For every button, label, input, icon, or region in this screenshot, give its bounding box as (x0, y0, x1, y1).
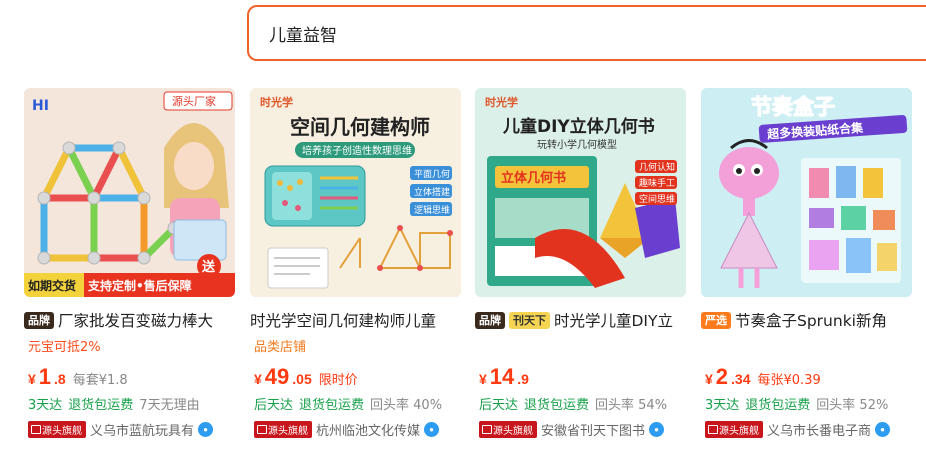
shop-row[interactable]: 源头旗舰 杭州临池文化传媒 ● (254, 420, 478, 439)
product-card[interactable]: 时光学 儿童DIY立体几何书 玩转小学几何模型 立体几何书 几何认知 趣味手工 … (475, 88, 689, 456)
product-title-row[interactable]: 严选 节奏盒子Sprunki新角 (701, 308, 926, 332)
price-decimal: .8 (54, 371, 66, 387)
service-row: 3天达 退货包运费 回头率 52% (705, 394, 888, 413)
return-policy: 7天无理由 (139, 398, 200, 413)
repurchase-rate: 回头率 40% (370, 398, 443, 413)
service-row: 3天达 退货包运费 7天无理由 (28, 394, 200, 413)
repurchase-rate: 回头率 52% (816, 398, 889, 413)
price-integer: 49 (264, 364, 290, 389)
product-image[interactable]: 时光学 儿童DIY立体几何书 玩转小学几何模型 立体几何书 几何认知 趣味手工 … (475, 88, 686, 297)
brand-tag: 品牌 (475, 311, 505, 329)
image-headline: 空间几何建构师 (290, 115, 430, 139)
shop-row[interactable]: 源头旗舰 安徽省刊天下图书 ● (479, 420, 703, 439)
price-integer: 1 (38, 364, 52, 389)
product-title-row[interactable]: 时光学空间几何建构师儿童 (250, 308, 480, 332)
selected-tag: 严选 (701, 311, 731, 329)
image-headline: 儿童DIY立体几何书 (502, 116, 655, 137)
shop-name[interactable]: 义乌市长番电子商 (767, 420, 871, 439)
chat-icon[interactable]: ● (875, 422, 891, 437)
flagship-badge: 源头旗舰 (705, 421, 763, 438)
feature-label: 几何认知 (639, 161, 675, 173)
product-grid: HI 源头厂家 如期交货 支持定制•售后保障 送 品牌 厂家批发百变磁力棒大 元… (0, 88, 926, 456)
promo-text: 元宝可抵2% (28, 340, 101, 355)
delivery-time: 后天达 (254, 398, 294, 413)
shop-row[interactable]: 源头旗舰 义乌市蓝航玩具有 ● (28, 420, 252, 439)
service-row: 后天达 退货包运费 回头率 40% (254, 394, 442, 413)
image-subline: 玩转小学几何模型 (537, 138, 617, 151)
return-shipping: 退货包运费 (745, 398, 811, 413)
price-row: ¥ 2 .34 每张¥0.39 (705, 364, 821, 390)
product-card[interactable]: 节奏盒子 超多换装贴纸合集 严选 节奏盒子Sprunki新角 ¥ 2 .34 每… (701, 88, 915, 456)
price-integer: 14 (489, 364, 515, 389)
shop-name[interactable]: 安徽省刊天下图书 (541, 420, 645, 439)
product-title[interactable]: 时光学儿童DIY立 (554, 309, 673, 331)
store-category-text: 品类店铺 (254, 340, 307, 355)
delivery-time: 后天达 (479, 398, 519, 413)
product-title[interactable]: 时光学空间几何建构师儿童 (250, 309, 436, 331)
delivery-time: 3天达 (705, 398, 740, 413)
flagship-badge: 源头旗舰 (28, 421, 86, 438)
price-decimal: .05 (292, 371, 312, 387)
product-title-row[interactable]: 品牌 刊天下 时光学儿童DIY立 (475, 308, 705, 332)
price-decimal: .34 (731, 371, 751, 387)
limited-price-note: 限时价 (318, 373, 358, 388)
feature-label: 趣味手工 (639, 177, 675, 189)
chat-icon[interactable]: ● (424, 422, 440, 437)
product-image[interactable]: HI 源头厂家 如期交货 支持定制•售后保障 送 (24, 88, 235, 297)
delivery-time: 3天达 (28, 398, 63, 413)
price-integer: 2 (715, 364, 729, 389)
image-headline: 节奏盒子 (751, 95, 835, 119)
brand-tag: 品牌 (24, 311, 54, 329)
search-box[interactable] (247, 5, 926, 61)
shop-name[interactable]: 义乌市蓝航玩具有 (90, 420, 194, 439)
chat-icon[interactable]: ● (649, 422, 665, 437)
unit-price-note: 每套¥1.8 (72, 373, 128, 388)
brand-logo: 时光学 (485, 95, 518, 109)
flagship-badge: 源头旗舰 (479, 421, 537, 438)
shop-row[interactable]: 源头旗舰 义乌市长番电子商 ● (705, 420, 926, 439)
product-card[interactable]: 时光学 空间几何建构师 培养孩子创造性数理思维 平面几何 立体搭建 逻辑思维 时… (250, 88, 464, 456)
return-shipping: 退货包运费 (524, 398, 590, 413)
price-decimal: .9 (517, 371, 529, 387)
shop-name[interactable]: 杭州临池文化传媒 (316, 420, 420, 439)
price-currency: ¥ (254, 371, 262, 387)
price-row: ¥ 1 .8 每套¥1.8 (28, 364, 128, 390)
gift-badge: 送 (201, 259, 216, 275)
feature-label: 立体搭建 (414, 186, 450, 198)
banner-left-text: 如期交货 (28, 278, 76, 293)
product-card[interactable]: HI 源头厂家 如期交货 支持定制•售后保障 送 品牌 厂家批发百变磁力棒大 元… (24, 88, 238, 456)
return-shipping: 退货包运费 (68, 398, 134, 413)
product-title[interactable]: 厂家批发百变磁力棒大 (58, 309, 213, 331)
image-subline: 培养孩子创造性数理思维 (302, 144, 412, 157)
brand-logo: 时光学 (260, 95, 293, 109)
feature-label: 逻辑思维 (414, 204, 450, 216)
feature-label: 平面几何 (414, 168, 450, 180)
product-title[interactable]: 节奏盒子Sprunki新角 (735, 309, 887, 331)
product-image[interactable]: 节奏盒子 超多换装贴纸合集 (701, 88, 912, 297)
service-row: 后天达 退货包运费 回头率 54% (479, 394, 667, 413)
product-image[interactable]: 时光学 空间几何建构师 培养孩子创造性数理思维 平面几何 立体搭建 逻辑思维 (250, 88, 461, 297)
flagship-badge: 源头旗舰 (254, 421, 312, 438)
brand-logo: HI (32, 98, 49, 114)
chat-icon[interactable]: ● (198, 422, 214, 437)
search-input[interactable] (269, 23, 926, 43)
price-currency: ¥ (28, 371, 36, 387)
feature-label: 空间思维 (639, 193, 675, 205)
product-title-row[interactable]: 品牌 厂家批发百变磁力棒大 (24, 308, 254, 332)
corner-tag: 源头厂家 (172, 94, 216, 108)
book-title: 立体几何书 (501, 170, 566, 186)
price-currency: ¥ (705, 371, 713, 387)
return-shipping: 退货包运费 (299, 398, 365, 413)
price-row: ¥ 14 .9 (479, 364, 529, 390)
price-currency: ¥ (479, 371, 487, 387)
price-row: ¥ 49 .05 限时价 (254, 364, 358, 390)
unit-price-note: 每张¥0.39 (757, 373, 821, 388)
publisher-tag: 刊天下 (509, 311, 550, 329)
repurchase-rate: 回头率 54% (595, 398, 668, 413)
banner-right-text: 支持定制•售后保障 (87, 278, 192, 293)
